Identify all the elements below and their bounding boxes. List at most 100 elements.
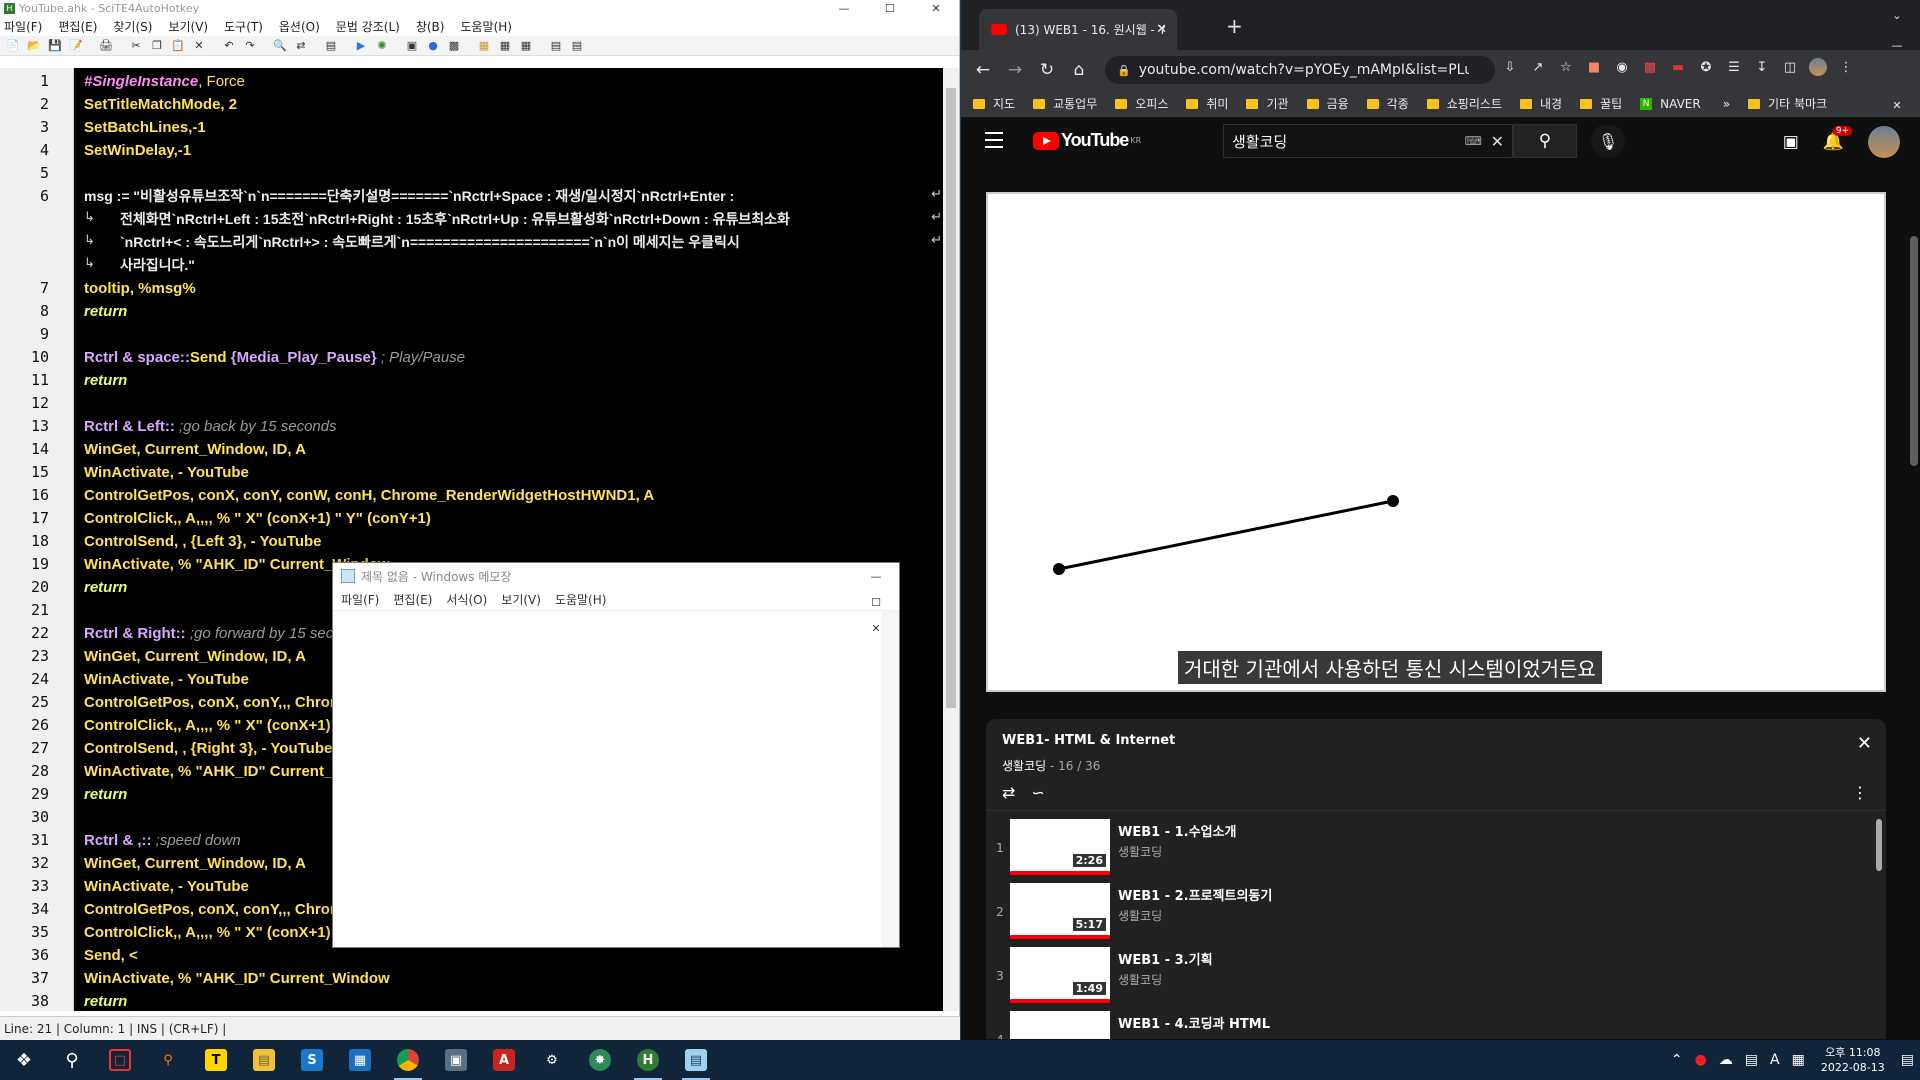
tray-overflow-icon[interactable]: ⌃ bbox=[1671, 1052, 1683, 1068]
playlist-item[interactable]: 3 1:49 WEB1 - 3.기획 생활코딩 bbox=[986, 947, 1870, 1011]
keyboard-icon[interactable]: ⌨ bbox=[1465, 134, 1482, 148]
playlist-item[interactable]: 4 WEB1 - 4.코딩과 HTML bbox=[986, 1011, 1870, 1039]
reload-icon[interactable]: ↻ bbox=[1035, 60, 1059, 80]
account-avatar[interactable] bbox=[1868, 126, 1900, 158]
taskbar-app[interactable]: ⚙ bbox=[528, 1040, 576, 1080]
menu-search[interactable]: 찾기(S) bbox=[113, 18, 152, 35]
new-tab-button[interactable]: + bbox=[1226, 14, 1243, 38]
menu-help[interactable]: 도움말(H) bbox=[460, 18, 512, 35]
notepad-text-area[interactable] bbox=[333, 611, 882, 947]
side-panel-icon[interactable]: ◫ bbox=[1781, 58, 1799, 76]
loop-icon[interactable]: ⇄ bbox=[1002, 783, 1015, 802]
search-button[interactable]: ⚲ bbox=[1513, 124, 1577, 158]
close-button[interactable]: ✕ bbox=[1874, 90, 1920, 120]
video-thumbnail[interactable]: 2:26 bbox=[1010, 819, 1110, 875]
voice-search-button[interactable]: 🎙 bbox=[1591, 124, 1625, 158]
clear-search-icon[interactable]: ✕ bbox=[1491, 132, 1504, 151]
youtube-search-input[interactable]: 생활코딩 ⌨ ✕ bbox=[1223, 124, 1513, 158]
menu-file[interactable]: 파일(F) bbox=[4, 18, 42, 35]
save-icon[interactable]: 💾 bbox=[46, 38, 64, 54]
bookmark-folder[interactable]: 취미 bbox=[1186, 95, 1228, 112]
forward-icon[interactable]: → bbox=[1003, 60, 1027, 80]
scrollbar-thumb[interactable] bbox=[946, 88, 956, 708]
hamburger-menu-icon[interactable] bbox=[985, 132, 1003, 153]
notifications-bell-icon[interactable]: 🔔 9+ bbox=[1823, 126, 1853, 152]
video-title[interactable]: WEB1 - 4.코딩과 HTML bbox=[1118, 1013, 1270, 1032]
network-icon[interactable]: ▤ bbox=[1745, 1052, 1758, 1068]
ime-mode-icon[interactable]: ▦ bbox=[1792, 1052, 1805, 1068]
compile-icon[interactable]: ▤ bbox=[322, 38, 340, 54]
video-title[interactable]: WEB1 - 2.프로젝트의동기 bbox=[1118, 885, 1272, 904]
install-app-icon[interactable]: ⇩ bbox=[1501, 58, 1519, 76]
search-taskbar-button[interactable]: ⚲ bbox=[48, 1040, 96, 1080]
extensions-puzzle-icon[interactable]: ✪ bbox=[1697, 58, 1715, 76]
video-title[interactable]: WEB1 - 1.수업소개 bbox=[1118, 821, 1236, 840]
notepad-titlebar[interactable]: 제목 없음 - Windows 메모장 bbox=[333, 563, 899, 589]
editor-scrollbar[interactable] bbox=[943, 68, 959, 1011]
share-icon[interactable]: ↗ bbox=[1529, 58, 1547, 76]
bookmarks-overflow-button[interactable]: » bbox=[1723, 97, 1730, 111]
paste-icon[interactable]: 📋 bbox=[169, 38, 187, 54]
create-video-icon[interactable]: ▣ bbox=[1783, 132, 1799, 152]
debug-icon[interactable]: ✺ bbox=[373, 38, 391, 54]
profile-avatar[interactable] bbox=[1809, 58, 1827, 76]
menu-view[interactable]: 보기(V) bbox=[501, 591, 541, 608]
menu-file[interactable]: 파일(F) bbox=[341, 591, 379, 608]
playlist-channel[interactable]: 생활코딩 bbox=[1002, 759, 1046, 773]
tab-search-icon[interactable]: ⌄ bbox=[1874, 0, 1920, 30]
run-icon[interactable]: ▶ bbox=[352, 38, 370, 54]
taskbar-app[interactable]: ⚲ bbox=[144, 1040, 192, 1080]
taskbar-app[interactable]: S bbox=[288, 1040, 336, 1080]
menu-edit[interactable]: 편집(E) bbox=[58, 18, 97, 35]
tab-youtube[interactable]: (13) WEB1 - 16. 원시웹 - Yo ✕ bbox=[979, 9, 1177, 50]
toolbar-icon-c[interactable]: ▦ bbox=[475, 38, 493, 54]
menu-help[interactable]: 도움말(H) bbox=[555, 591, 607, 608]
bookmark-star-icon[interactable]: ☆ bbox=[1557, 58, 1575, 76]
save-as-icon[interactable]: 📝 bbox=[67, 38, 85, 54]
toolbar-icon-e[interactable]: ▦ bbox=[517, 38, 535, 54]
maximize-button[interactable]: ☐ bbox=[867, 0, 913, 16]
taskbar-app[interactable]: ▤ bbox=[240, 1040, 288, 1080]
menu-buffers[interactable]: 창(B) bbox=[416, 18, 445, 35]
notepad-scrollbar[interactable] bbox=[882, 611, 899, 947]
tab-close-icon[interactable]: ✕ bbox=[1156, 22, 1167, 37]
taskbar-app[interactable]: ▦ bbox=[336, 1040, 384, 1080]
extension-c-icon[interactable]: ▬ bbox=[1669, 58, 1687, 76]
minimize-button[interactable]: — bbox=[821, 0, 867, 16]
open-folder-icon[interactable]: 📂 bbox=[25, 38, 43, 54]
toolbar-icon-g[interactable]: ▤ bbox=[568, 38, 586, 54]
menu-options[interactable]: 옵션(O) bbox=[279, 18, 320, 35]
scite-titlebar[interactable]: H YouTube.ahk - SciTE4AutoHotkey — ☐ ✕ bbox=[0, 0, 959, 16]
menu-format[interactable]: 서식(O) bbox=[446, 591, 487, 608]
bookmark-folder[interactable]: 교통업무 bbox=[1033, 95, 1097, 112]
download-icon[interactable]: ↧ bbox=[1753, 58, 1771, 76]
bookmark-folder[interactable]: 지도 bbox=[973, 95, 1015, 112]
tray-record-icon[interactable]: ● bbox=[1695, 1052, 1707, 1068]
undo-icon[interactable]: ↶ bbox=[220, 38, 238, 54]
ime-indicator[interactable]: A bbox=[1770, 1052, 1780, 1068]
back-icon[interactable]: ← bbox=[971, 60, 995, 80]
notification-center-icon[interactable]: ▤ bbox=[1901, 1052, 1914, 1068]
playlist-title[interactable]: WEB1- HTML & Internet bbox=[1002, 733, 1175, 748]
close-playlist-icon[interactable]: ✕ bbox=[1857, 733, 1872, 754]
extension-a-icon[interactable]: ■ bbox=[1585, 58, 1603, 76]
bookmark-folder[interactable]: 기관 bbox=[1246, 95, 1289, 112]
video-channel[interactable]: 생활코딩 bbox=[1118, 843, 1162, 860]
taskbar-app[interactable]: ▣ bbox=[432, 1040, 480, 1080]
playlist-item[interactable]: 1 2:26 WEB1 - 1.수업소개 생활코딩 bbox=[986, 819, 1870, 883]
menu-edit[interactable]: 편집(E) bbox=[393, 591, 432, 608]
bookmark-folder[interactable]: 오피스 bbox=[1115, 95, 1168, 112]
find-icon[interactable]: 🔍 bbox=[271, 38, 289, 54]
youtube-logo[interactable]: YouTube KR bbox=[1033, 130, 1141, 151]
cut-icon[interactable]: ✂ bbox=[127, 38, 145, 54]
taskbar-notepad[interactable]: ▤ bbox=[672, 1040, 720, 1080]
taskbar-chrome[interactable] bbox=[384, 1040, 432, 1080]
video-title[interactable]: WEB1 - 3.기획 bbox=[1118, 949, 1213, 968]
lock-icon[interactable]: 🔒 bbox=[1117, 64, 1131, 77]
toolbar-icon-d[interactable]: ▦ bbox=[496, 38, 514, 54]
bookmark-folder[interactable]: 꿀팁 bbox=[1580, 95, 1622, 112]
menu-language[interactable]: 문법 강조(L) bbox=[336, 18, 400, 35]
bookmark-folder[interactable]: 내경 bbox=[1519, 95, 1562, 112]
menu-tools[interactable]: 도구(T) bbox=[224, 18, 263, 35]
playlist-item[interactable]: 2 5:17 WEB1 - 2.프로젝트의동기 생활코딩 bbox=[986, 883, 1870, 947]
